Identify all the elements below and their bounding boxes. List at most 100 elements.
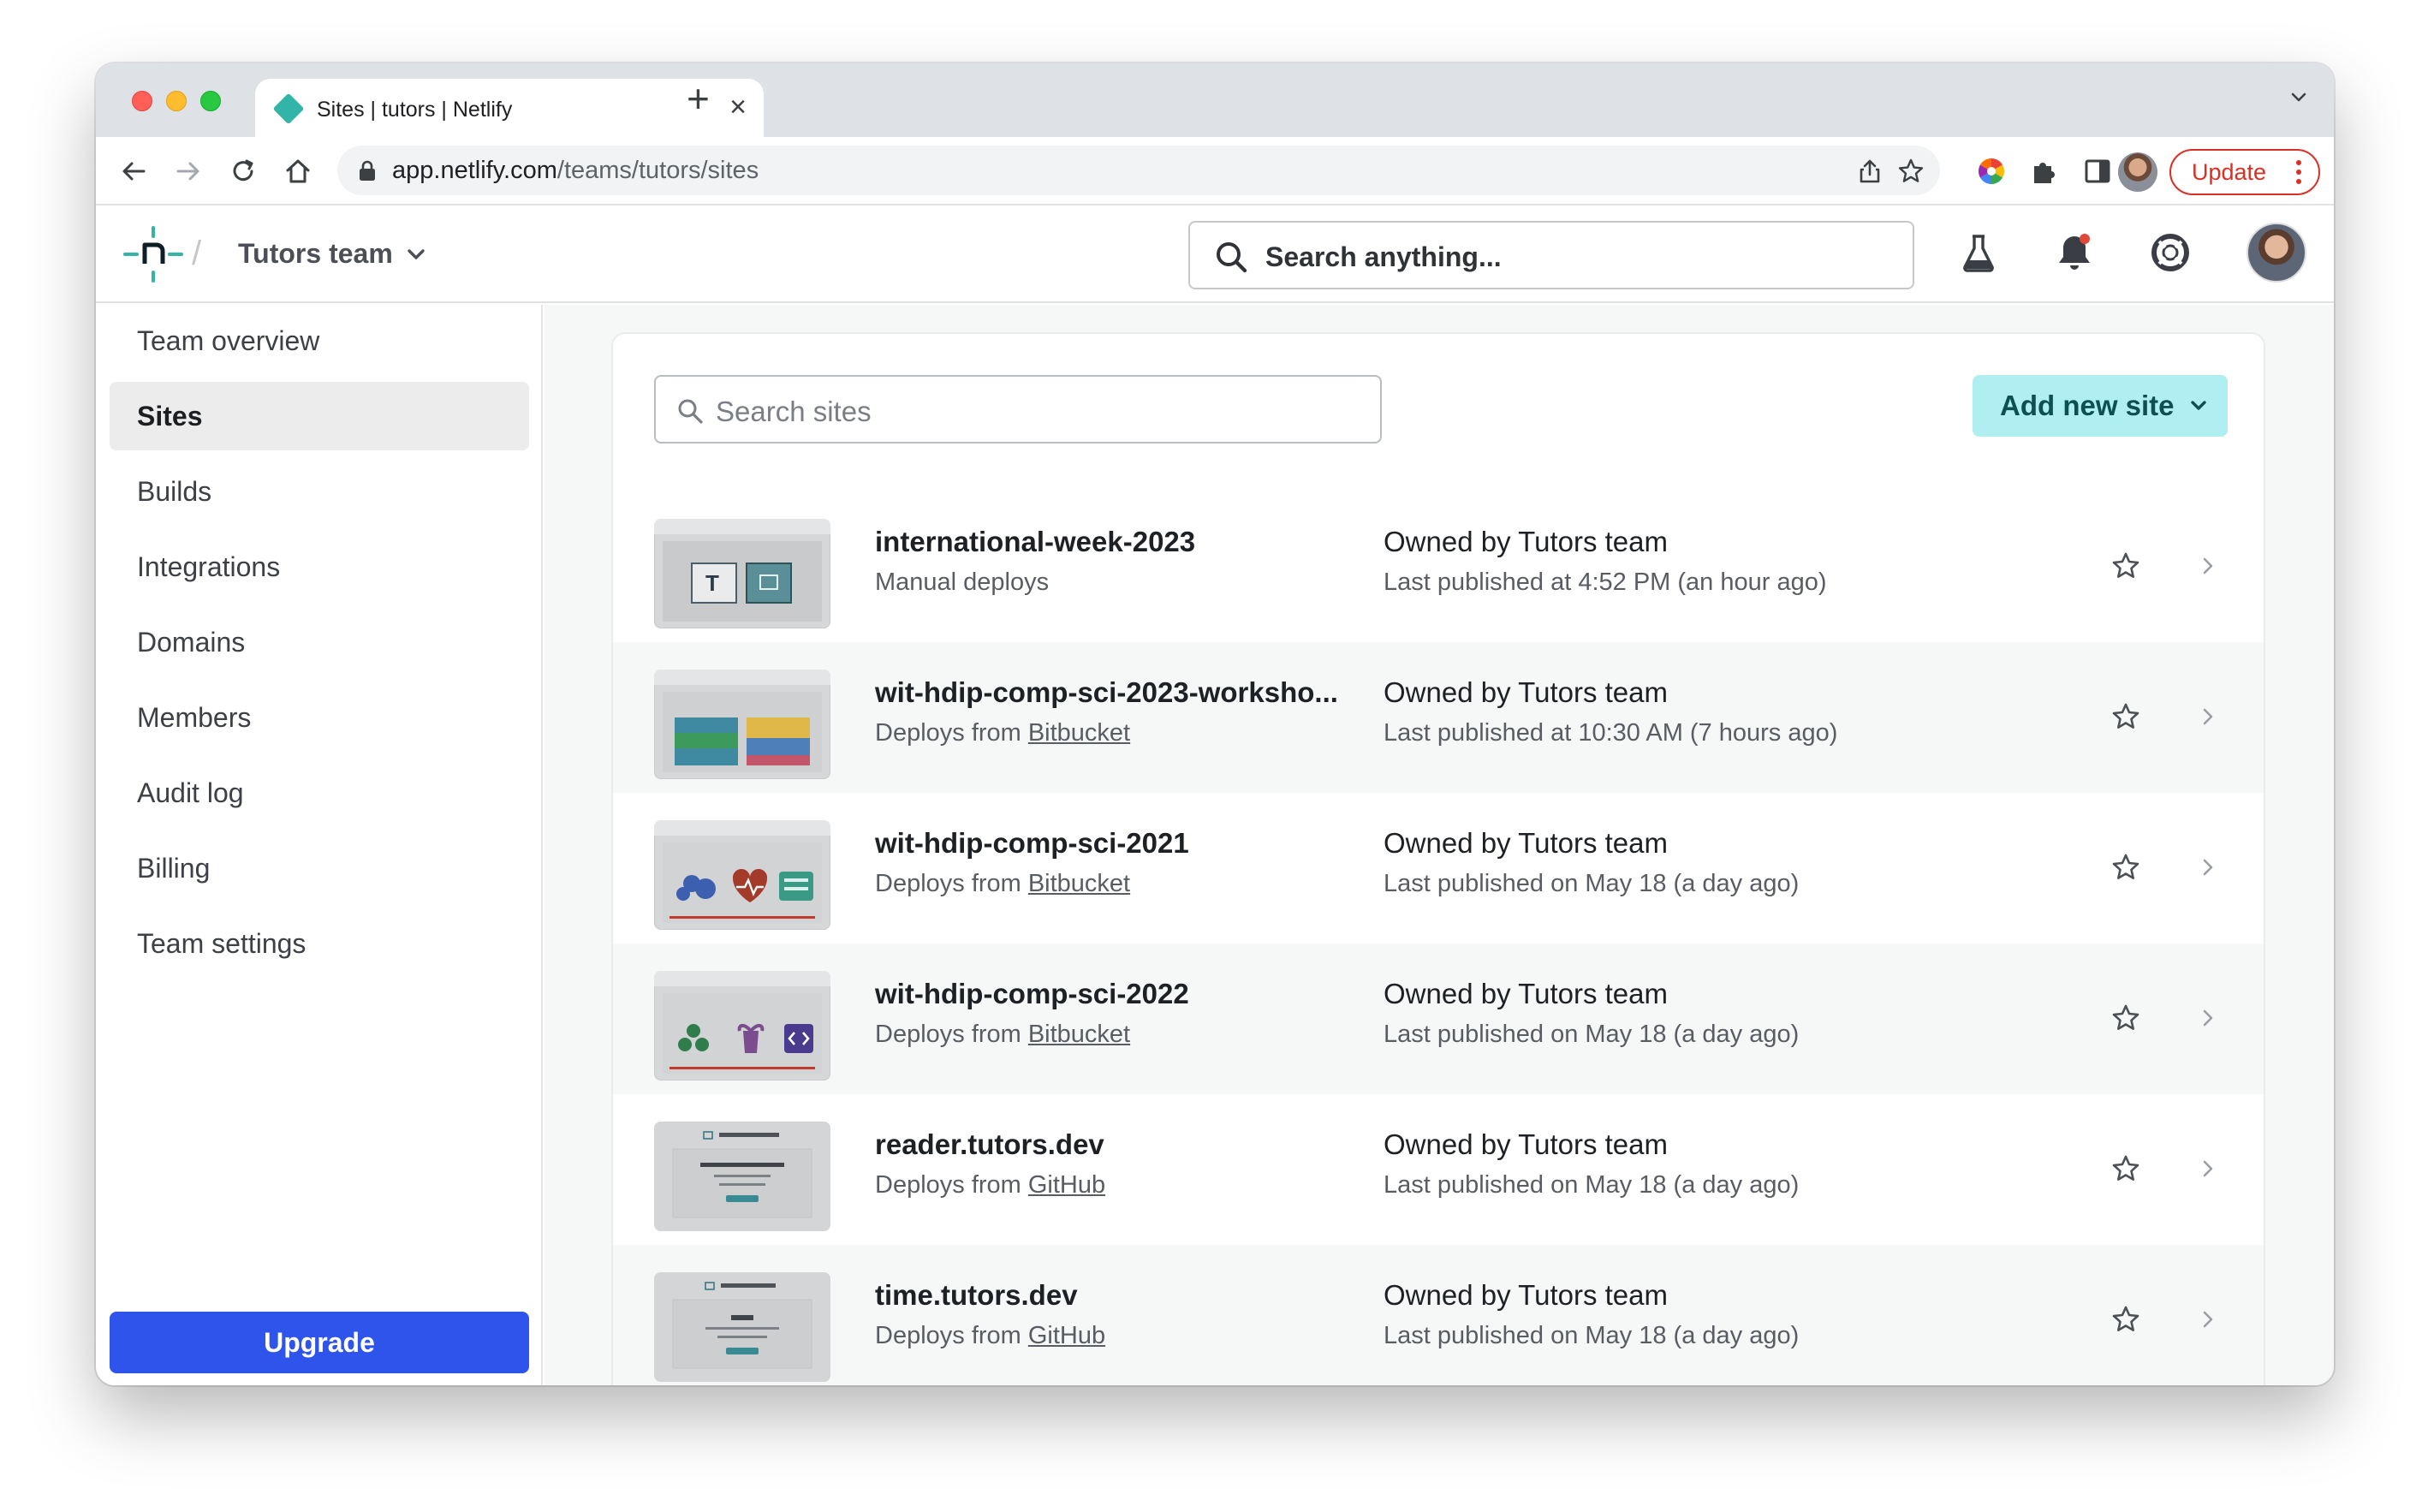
owner-prefix: Owned by bbox=[1384, 526, 1511, 557]
bookmark-star-icon[interactable] bbox=[1897, 158, 1925, 185]
sidebar-item-team-settings[interactable]: Team settings bbox=[110, 909, 529, 978]
minimize-window-button[interactable] bbox=[166, 91, 187, 111]
owner-name: Tutors team bbox=[1518, 1128, 1669, 1160]
site-thumbnail bbox=[654, 820, 830, 930]
profile-avatar[interactable] bbox=[2118, 152, 2157, 192]
site-owner: Owned by Tutors team bbox=[1384, 676, 1668, 709]
more-vert-icon bbox=[2296, 160, 2301, 184]
sidebar-item-integrations[interactable]: Integrations bbox=[110, 533, 529, 601]
share-icon[interactable] bbox=[1856, 158, 1883, 185]
site-name[interactable]: international-week-2023 bbox=[875, 526, 1195, 558]
site-owner: Owned by Tutors team bbox=[1384, 526, 1668, 558]
forward-icon[interactable] bbox=[173, 156, 204, 187]
site-thumbnail: T bbox=[654, 519, 830, 628]
address-bar[interactable]: app.netlify.com/teams/tutors/sites bbox=[337, 146, 1940, 195]
site-last-published: Last published on May 18 (a day ago) bbox=[1384, 1171, 1800, 1199]
site-name[interactable]: time.tutors.dev bbox=[875, 1279, 1078, 1312]
tab-close-icon[interactable]: × bbox=[729, 92, 747, 122]
reload-icon[interactable] bbox=[228, 156, 259, 187]
sidebar-item-builds[interactable]: Builds bbox=[110, 457, 529, 526]
sidebar-item-billing[interactable]: Billing bbox=[110, 834, 529, 902]
row-chevron-right-icon[interactable] bbox=[2202, 707, 2214, 726]
site-name[interactable]: wit-hdip-comp-sci-2021 bbox=[875, 827, 1189, 860]
owner-prefix: Owned by bbox=[1384, 1128, 1511, 1160]
favorite-star-icon[interactable] bbox=[2111, 551, 2140, 580]
owner-prefix: Owned by bbox=[1384, 676, 1511, 708]
site-row[interactable]: wit-hdip-comp-sci-2021 Deploys from Bitbu… bbox=[613, 793, 2264, 944]
sidebar-item-members[interactable]: Members bbox=[110, 683, 529, 752]
side-panel-icon[interactable] bbox=[2082, 156, 2113, 187]
netlify-logo-icon[interactable] bbox=[123, 226, 183, 283]
owner-prefix: Owned by bbox=[1384, 1279, 1511, 1311]
tab-title: Sites | tutors | Netlify bbox=[317, 98, 513, 122]
site-row[interactable]: T international-week-2023 Manual deploys… bbox=[613, 491, 2264, 642]
site-thumbnail bbox=[654, 971, 830, 1080]
tab-strip: Sites | tutors | Netlify × + bbox=[96, 63, 2334, 137]
row-chevron-right-icon[interactable] bbox=[2202, 1009, 2214, 1027]
update-button[interactable]: Update bbox=[2169, 149, 2320, 195]
deploy-source-link[interactable]: Bitbucket bbox=[1028, 1021, 1130, 1048]
row-chevron-right-icon[interactable] bbox=[2202, 557, 2214, 575]
deploy-source-link[interactable]: GitHub bbox=[1028, 1322, 1105, 1349]
url-text[interactable]: app.netlify.com/teams/tutors/sites bbox=[392, 157, 759, 185]
thumbnail-preview: T bbox=[663, 541, 822, 622]
deploy-source-link[interactable]: Bitbucket bbox=[1028, 870, 1130, 897]
lock-icon[interactable] bbox=[358, 159, 377, 182]
row-chevron-right-icon[interactable] bbox=[2202, 858, 2214, 877]
close-window-button[interactable] bbox=[132, 91, 152, 111]
site-name[interactable]: wit-hdip-comp-sci-2022 bbox=[875, 978, 1189, 1010]
add-new-site-button[interactable]: Add new site bbox=[1973, 375, 2228, 437]
site-row[interactable]: reader.tutors.dev Deploys from GitHub Own… bbox=[613, 1094, 2264, 1245]
color-wheel-extension-icon[interactable] bbox=[1976, 156, 2007, 187]
site-row[interactable]: time.tutors.dev Deploys from GitHub Owned… bbox=[613, 1245, 2264, 1385]
maximize-window-button[interactable] bbox=[200, 91, 221, 111]
sidebar-item-audit-log[interactable]: Audit log bbox=[110, 759, 529, 827]
team-switcher[interactable]: Tutors team bbox=[238, 238, 425, 270]
favorite-star-icon[interactable] bbox=[2111, 1154, 2140, 1183]
favorite-star-icon[interactable] bbox=[2111, 853, 2140, 882]
browser-window: Sites | tutors | Netlify × + app.netlify… bbox=[96, 63, 2334, 1385]
site-owner: Owned by Tutors team bbox=[1384, 1279, 1668, 1312]
upgrade-button[interactable]: Upgrade bbox=[110, 1312, 529, 1373]
search-sites-placeholder: Search sites bbox=[716, 396, 872, 427]
search-sites-input[interactable]: Search sites bbox=[654, 375, 1382, 443]
labs-flask-icon[interactable] bbox=[1957, 231, 2000, 274]
chevron-down-icon bbox=[408, 248, 425, 259]
sidebar-item-team-overview[interactable]: Team overview bbox=[110, 307, 529, 375]
sidebar-item-sites[interactable]: Sites bbox=[110, 382, 529, 450]
bell-notification-icon[interactable] bbox=[2053, 231, 2096, 274]
favorite-star-icon[interactable] bbox=[2111, 1003, 2140, 1033]
sidebar-item-domains[interactable]: Domains bbox=[110, 608, 529, 676]
site-row[interactable]: wit-hdip-comp-sci-2022 Deploys from Bitbu… bbox=[613, 944, 2264, 1094]
browser-toolbar: app.netlify.com/teams/tutors/sites Updat… bbox=[96, 137, 2334, 205]
global-search-input[interactable]: Search anything... bbox=[1188, 221, 1914, 289]
global-search-placeholder: Search anything... bbox=[1265, 241, 1502, 272]
thumbnail-preview bbox=[663, 993, 822, 1074]
owner-name: Tutors team bbox=[1518, 1279, 1669, 1311]
user-avatar[interactable] bbox=[2246, 223, 2306, 283]
breadcrumb-separator: / bbox=[192, 235, 202, 272]
deploy-source-link[interactable]: GitHub bbox=[1028, 1171, 1105, 1199]
favorite-star-icon[interactable] bbox=[2111, 1305, 2140, 1334]
puzzle-extensions-icon[interactable] bbox=[2029, 156, 2060, 187]
deploy-source-link[interactable]: Bitbucket bbox=[1028, 719, 1130, 747]
favorite-star-icon[interactable] bbox=[2111, 702, 2140, 731]
help-lifebuoy-icon[interactable] bbox=[2149, 231, 2192, 274]
back-icon[interactable] bbox=[118, 156, 149, 187]
site-row[interactable]: wit-hdip-comp-sci-2023-worksho... Deploy… bbox=[613, 642, 2264, 793]
tab-list-chevron-icon[interactable] bbox=[2289, 87, 2308, 106]
deploy-prefix: Deploys from bbox=[875, 1322, 1021, 1349]
site-name[interactable]: reader.tutors.dev bbox=[875, 1128, 1104, 1161]
netlify-favicon-icon bbox=[272, 92, 305, 125]
row-chevron-right-icon[interactable] bbox=[2202, 1310, 2214, 1329]
new-tab-button[interactable]: + bbox=[687, 79, 710, 118]
site-name[interactable]: wit-hdip-comp-sci-2023-worksho... bbox=[875, 676, 1338, 709]
thumbnail-preview bbox=[654, 1122, 830, 1231]
row-chevron-right-icon[interactable] bbox=[2202, 1159, 2214, 1178]
owner-name: Tutors team bbox=[1518, 827, 1669, 859]
site-last-published: Last published on May 18 (a day ago) bbox=[1384, 1322, 1800, 1349]
deploy-prefix: Deploys from bbox=[875, 719, 1021, 747]
update-label: Update bbox=[2192, 158, 2267, 185]
home-icon[interactable] bbox=[283, 156, 313, 187]
site-owner: Owned by Tutors team bbox=[1384, 827, 1668, 860]
